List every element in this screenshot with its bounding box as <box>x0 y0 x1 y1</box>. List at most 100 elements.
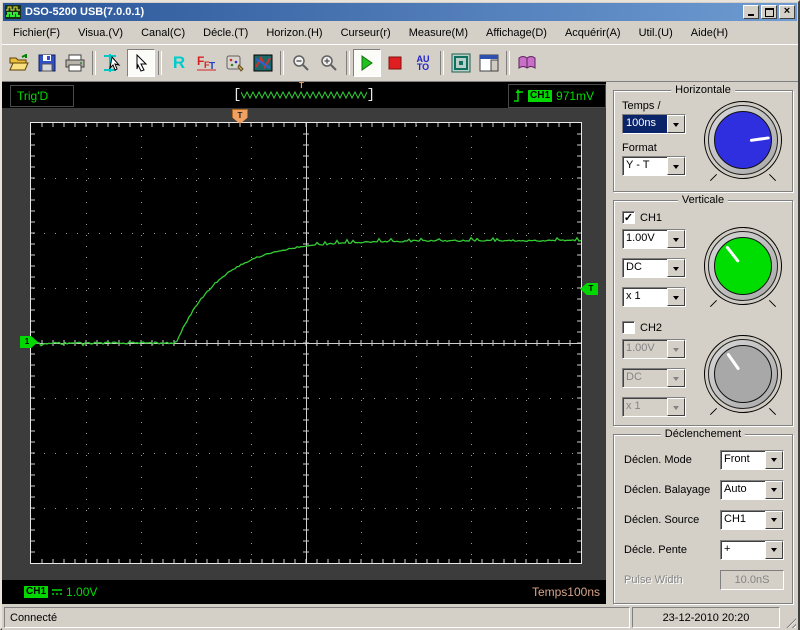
app-window: DSO-5200 USB(7.0.0.1) × Fichier(F) Visua.… <box>0 0 800 630</box>
ch1-probe-select[interactable]: x 1 <box>622 287 686 307</box>
trigger-mode-select[interactable]: Front <box>720 449 784 470</box>
toolbar-separator <box>506 51 510 75</box>
acquisition-preview[interactable]: [ ] T <box>233 81 375 106</box>
waveform-display-button[interactable] <box>249 49 277 77</box>
random-acquire-button[interactable] <box>221 49 249 77</box>
trigger-source-label: Déclen. Source <box>624 513 700 526</box>
menu-item-affichage[interactable]: Affichage(D) <box>477 24 556 42</box>
stop-icon <box>388 56 402 70</box>
maximize-icon <box>764 7 774 17</box>
menu-item-fichier[interactable]: Fichier(F) <box>4 24 69 42</box>
ch1-coupling-select[interactable]: DC <box>622 258 686 278</box>
menu-item-visua[interactable]: Visua.(V) <box>69 24 132 42</box>
stop-button[interactable] <box>381 49 409 77</box>
save-button[interactable] <box>33 49 61 77</box>
trigger-state-readout: Trig'D <box>10 85 74 107</box>
fft-icon: FFT <box>197 54 216 72</box>
print-button[interactable] <box>61 49 89 77</box>
trigger-slope-value: + <box>724 542 731 555</box>
pulse-width-value: 10.0nS <box>734 573 770 586</box>
ch1-probe-dropdown-button[interactable] <box>667 288 685 306</box>
trigger-group-title: Déclenchement <box>660 428 746 440</box>
connection-status: Connecté <box>4 607 630 628</box>
trigger-mode-value: Front <box>724 452 750 465</box>
auto-set-button[interactable]: AUTO <box>409 49 437 77</box>
ch2-volts-select: 1.00V <box>622 339 686 359</box>
menu-item-curseur[interactable]: Curseur(r) <box>332 24 400 42</box>
control-panel: Horizontale Temps / 100ns Format Y - T V… <box>606 82 798 604</box>
close-button[interactable]: × <box>779 5 795 19</box>
time-div-dropdown-button[interactable] <box>667 115 685 133</box>
open-file-button[interactable] <box>5 49 33 77</box>
help-book-icon <box>518 56 536 69</box>
trigger-slope-dropdown-button[interactable] <box>765 540 783 559</box>
ch1-checkbox[interactable]: ✓ <box>622 211 635 224</box>
cursor-crosshair-icon <box>104 54 121 72</box>
trigger-source-select[interactable]: CH1 <box>720 509 784 530</box>
datetime-readout: 23-12-2010 20:20 <box>632 607 780 628</box>
open-folder-icon <box>9 54 29 71</box>
format-dropdown-button[interactable] <box>667 157 685 175</box>
channel-readout-strip: CH1 1.00V Temps100ns <box>2 580 606 604</box>
chevron-down-icon <box>673 164 679 172</box>
ch2-volts-value: 1.00V <box>626 342 655 354</box>
status-bar: Connecté 23-12-2010 20:20 <box>2 604 798 630</box>
ch1-volts-select[interactable]: 1.00V <box>622 229 686 249</box>
menu-item-dcle[interactable]: Décle.(T) <box>194 24 257 42</box>
fft-button[interactable]: FFT <box>193 49 221 77</box>
fullscreen-icon <box>451 53 471 73</box>
ch1-volts-dropdown-button[interactable] <box>667 230 685 248</box>
cursor-measure-button[interactable] <box>99 49 127 77</box>
ch1-position-knob[interactable] <box>704 227 782 308</box>
menu-item-util[interactable]: Util.(U) <box>630 24 682 42</box>
minimize-button[interactable] <box>743 5 759 19</box>
help-button[interactable] <box>513 49 541 77</box>
arrow-tool-button[interactable] <box>127 49 155 77</box>
trigger-mode-dropdown-button[interactable] <box>765 450 783 469</box>
trigger-level-marker[interactable]: T <box>580 283 598 295</box>
knob-notch <box>709 407 718 416</box>
ch2-checkbox[interactable] <box>622 321 635 334</box>
trigger-sweep-dropdown-button[interactable] <box>765 480 783 499</box>
format-select[interactable]: Y - T <box>622 156 686 176</box>
menu-item-measure[interactable]: Measure(M) <box>400 24 477 42</box>
toolbar-separator <box>158 51 162 75</box>
zoom-out-button[interactable] <box>287 49 315 77</box>
time-div-value: 100ns <box>623 115 667 133</box>
panel-layout-button[interactable] <box>475 49 503 77</box>
ch1-probe-value: x 1 <box>626 290 641 302</box>
channel1-badge: CH1 <box>24 585 49 598</box>
time-div-select[interactable]: 100ns <box>622 114 686 134</box>
menu-item-canal[interactable]: Canal(C) <box>132 24 194 42</box>
resize-grip[interactable] <box>782 607 796 628</box>
chevron-down-icon <box>673 295 679 303</box>
chevron-down-icon <box>771 548 777 555</box>
ch2-volts-dropdown-button <box>667 340 685 358</box>
maximize-button[interactable] <box>761 5 777 19</box>
ch2-probe-select: x 1 <box>622 397 686 417</box>
menu-item-horizon[interactable]: Horizon.(H) <box>257 24 331 42</box>
zoom-in-icon <box>321 55 337 71</box>
trigger-source-dropdown-button[interactable] <box>765 510 783 529</box>
knob-pointer <box>726 352 741 371</box>
refresh-button[interactable]: R <box>165 49 193 77</box>
ch2-position-knob[interactable] <box>704 335 782 416</box>
horizontal-position-knob[interactable] <box>704 101 782 182</box>
chevron-down-icon <box>673 376 679 384</box>
ch1-coupling-dropdown-button[interactable] <box>667 259 685 277</box>
menu-item-aide[interactable]: Aide(H) <box>682 24 737 42</box>
run-button[interactable] <box>353 49 381 77</box>
trigger-source-value: CH1 <box>724 512 747 525</box>
trigger-sweep-select[interactable]: Auto <box>720 479 784 500</box>
app-logo-icon <box>5 5 21 19</box>
fullscreen-button[interactable] <box>447 49 475 77</box>
knob-notch <box>709 299 718 308</box>
r-icon: R <box>172 53 186 72</box>
ch2-checkbox-row: CH2 <box>622 321 792 334</box>
menu-item-acqurir[interactable]: Acquérir(A) <box>556 24 630 42</box>
zoom-in-button[interactable] <box>315 49 343 77</box>
knob-notch <box>768 407 777 416</box>
trigger-slope-select[interactable]: + <box>720 539 784 560</box>
ch2-coupling-dropdown-button <box>667 369 685 387</box>
toolbar-separator <box>280 51 284 75</box>
